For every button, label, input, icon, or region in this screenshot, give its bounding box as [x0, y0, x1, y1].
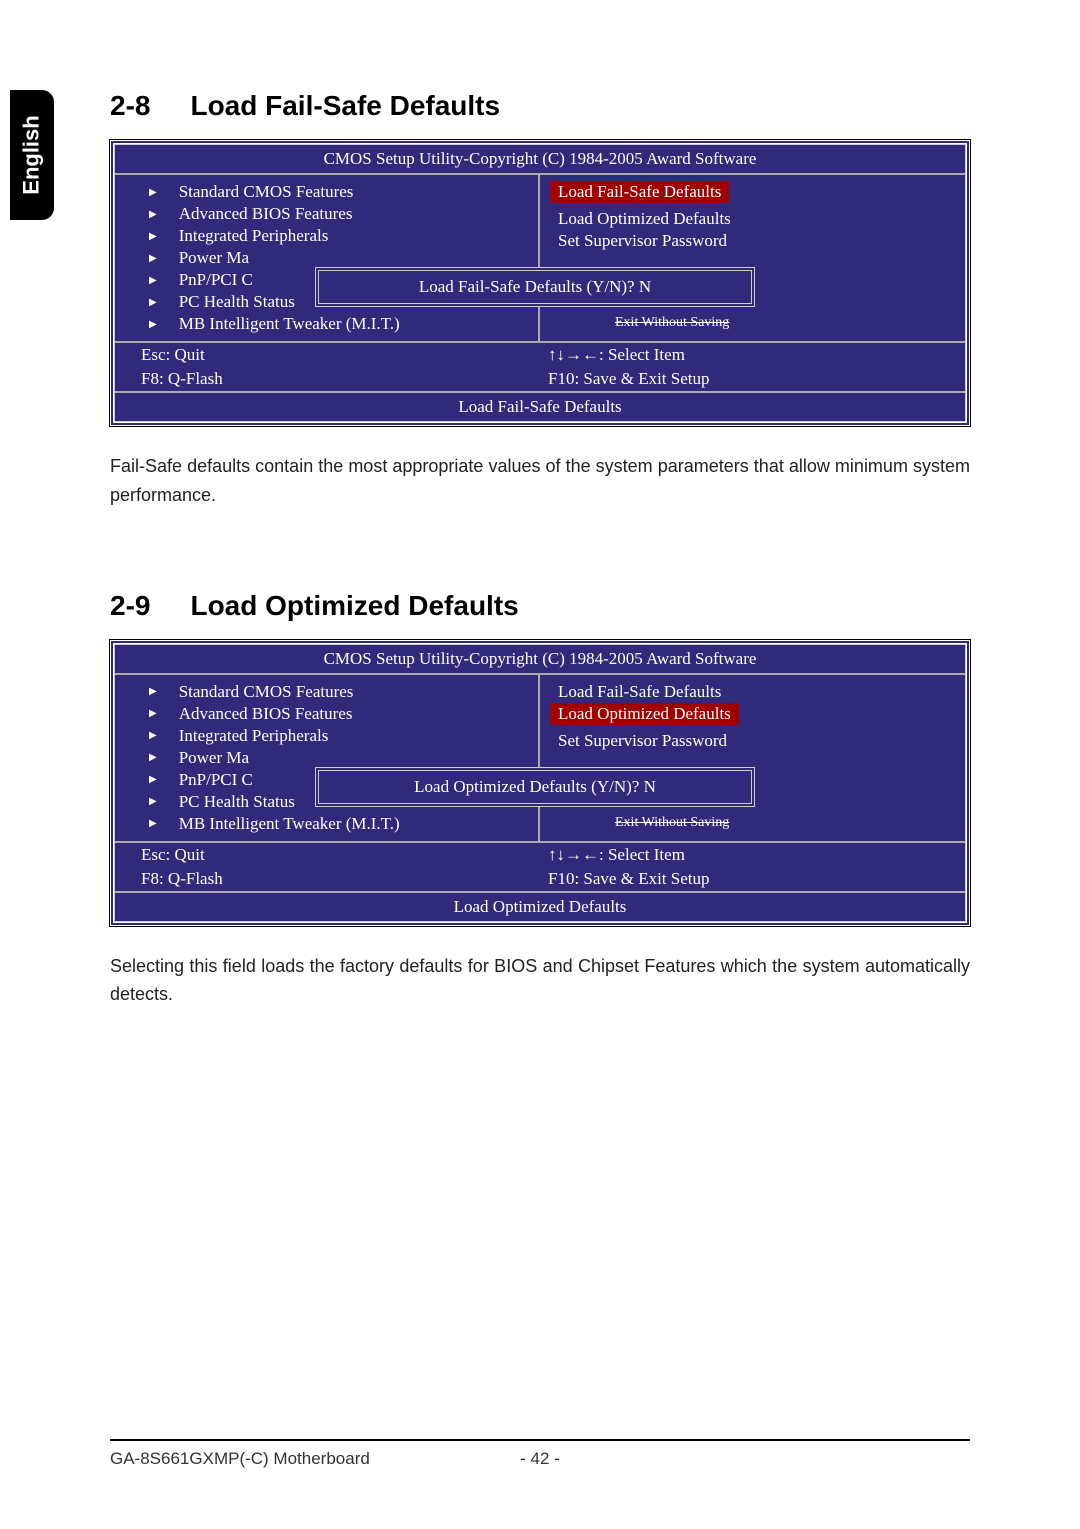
key-select: ↑↓→←: Select Item — [540, 345, 939, 365]
footer-page-number: - 42 - — [500, 1449, 580, 1469]
menu-item[interactable]: Load Fail-Safe Defaults — [550, 681, 955, 703]
dialog-text: Load Fail-Safe Defaults (Y/N)? N — [419, 277, 651, 296]
menu-item[interactable]: MB Intelligent Tweaker (M.I.T.) — [125, 813, 528, 835]
language-label: English — [19, 115, 45, 194]
key-esc: Esc: Quit — [141, 845, 540, 865]
status-bar: Load Optimized Defaults — [115, 891, 965, 921]
heading-2-8-num: 2-8 — [110, 90, 150, 122]
menu-item[interactable]: Set Supervisor Password — [550, 230, 955, 252]
bios-left-column: Standard CMOS Features Advanced BIOS Fea… — [115, 675, 540, 841]
key-f8: F8: Q-Flash — [141, 869, 540, 889]
key-f8: F8: Q-Flash — [141, 369, 540, 389]
bios-left-column: Standard CMOS Features Advanced BIOS Fea… — [115, 175, 540, 341]
key-f10: F10: Save & Exit Setup — [540, 869, 939, 889]
menu-item[interactable]: Standard CMOS Features — [125, 681, 528, 703]
confirm-dialog-optimized[interactable]: Load Optimized Defaults (Y/N)? N — [315, 767, 755, 807]
footer-model: GA-8S661GXMP(-C) Motherboard — [110, 1449, 500, 1469]
menu-item[interactable]: MB Intelligent Tweaker (M.I.T.) — [125, 313, 528, 335]
menu-item[interactable]: Set Supervisor Password — [550, 730, 955, 752]
menu-item[interactable]: Standard CMOS Features — [125, 181, 528, 203]
key-esc: Esc: Quit — [141, 345, 540, 365]
key-hint-row: F8: Q-Flash F10: Save & Exit Setup — [115, 867, 965, 891]
description-29: Selecting this field loads the factory d… — [110, 952, 970, 1010]
bios-title: CMOS Setup Utility-Copyright (C) 1984-20… — [115, 645, 965, 675]
menu-item[interactable]: Power Ma — [125, 747, 528, 769]
bios-title: CMOS Setup Utility-Copyright (C) 1984-20… — [115, 145, 965, 175]
key-hint-row: Esc: Quit ↑↓→←: Select Item — [115, 343, 965, 367]
menu-item[interactable]: Power Ma — [125, 247, 528, 269]
menu-item[interactable]: Advanced BIOS Features — [125, 703, 528, 725]
menu-item[interactable]: Integrated Peripherals — [125, 725, 528, 747]
language-tab: English — [10, 90, 54, 220]
key-f10: F10: Save & Exit Setup — [540, 369, 939, 389]
page-footer: GA-8S661GXMP(-C) Motherboard - 42 - — [110, 1439, 970, 1469]
heading-2-9-title: Load Optimized Defaults — [190, 590, 518, 621]
dialog-text: Load Optimized Defaults (Y/N)? N — [414, 777, 656, 796]
heading-2-8: 2-8 Load Fail-Safe Defaults — [110, 90, 970, 122]
menu-item[interactable]: Load Optimized Defaults — [550, 208, 955, 230]
description-28: Fail-Safe defaults contain the most appr… — [110, 452, 970, 510]
heading-2-9: 2-9 Load Optimized Defaults — [110, 590, 970, 622]
heading-2-8-title: Load Fail-Safe Defaults — [190, 90, 500, 121]
menu-item[interactable]: Integrated Peripherals — [125, 225, 528, 247]
key-select: ↑↓→←: Select Item — [540, 845, 939, 865]
menu-item[interactable]: Advanced BIOS Features — [125, 203, 528, 225]
bios-screen-29: CMOS Setup Utility-Copyright (C) 1984-20… — [110, 640, 970, 926]
obscured-text: Exit Without Saving — [615, 815, 775, 831]
status-bar: Load Fail-Safe Defaults — [115, 391, 965, 421]
bios-screen-28: CMOS Setup Utility-Copyright (C) 1984-20… — [110, 140, 970, 426]
confirm-dialog-failsafe[interactable]: Load Fail-Safe Defaults (Y/N)? N — [315, 267, 755, 307]
key-hint-row: Esc: Quit ↑↓→←: Select Item — [115, 843, 965, 867]
obscured-text: Exit Without Saving — [615, 315, 775, 331]
menu-item-highlighted[interactable]: Load Optimized Defaults — [550, 703, 739, 725]
heading-2-9-num: 2-9 — [110, 590, 150, 622]
menu-item-highlighted[interactable]: Load Fail-Safe Defaults — [550, 181, 729, 203]
key-hint-row: F8: Q-Flash F10: Save & Exit Setup — [115, 367, 965, 391]
